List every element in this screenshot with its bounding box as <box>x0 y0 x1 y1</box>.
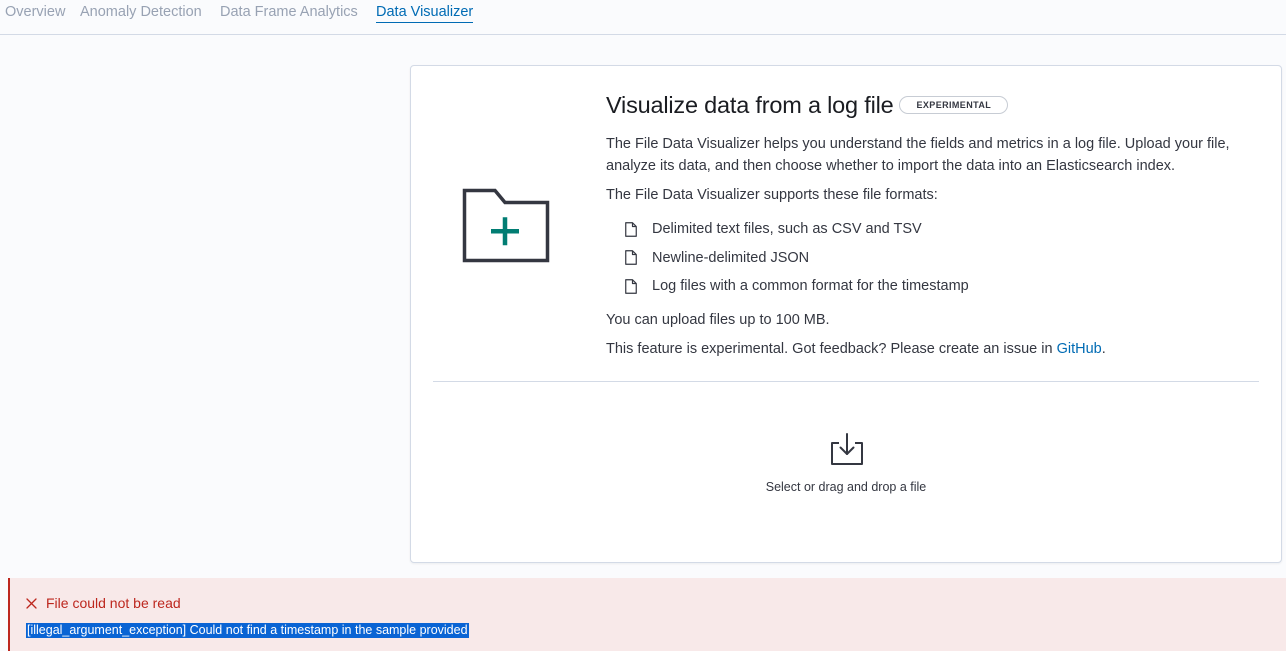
file-dropzone[interactable]: Select or drag and drop a file <box>433 382 1259 560</box>
title-row: Visualize data from a log file EXPERIMEN… <box>606 90 1266 120</box>
formats-intro-text: The File Data Visualizer supports these … <box>606 187 938 203</box>
upload-tray-icon <box>831 433 863 465</box>
feedback-text: This feature is experimental. Got feedba… <box>606 338 1266 360</box>
feedback-prefix: This feature is experimental. Got feedba… <box>606 340 1057 357</box>
tab-data-frame-analytics[interactable]: Data Frame Analytics <box>220 3 358 21</box>
dropzone-label: Select or drag and drop a file <box>765 480 927 494</box>
feedback-suffix: . <box>1101 340 1106 357</box>
tab-overview[interactable]: Overview <box>5 3 65 21</box>
github-link[interactable]: GitHub <box>1057 341 1102 357</box>
tab-data-visualizer[interactable]: Data Visualizer <box>376 3 474 23</box>
error-title: File could not be read <box>26 595 181 611</box>
top-nav-tabs: Overview Anomaly Detection Data Frame An… <box>0 0 1286 35</box>
tab-anomaly-detection[interactable]: Anomaly Detection <box>80 3 202 21</box>
panel-content: Visualize data from a log file EXPERIMEN… <box>606 90 1266 360</box>
format-list: Delimited text files, such as CSV and TS… <box>606 215 1266 301</box>
panel-title: Visualize data from a log file <box>606 91 894 118</box>
list-item: Log files with a common format for the t… <box>625 272 1266 301</box>
experimental-badge: EXPERIMENTAL <box>899 96 1009 114</box>
folder-add-icon <box>462 188 550 263</box>
close-icon <box>26 597 37 609</box>
error-callout: File could not be read [illegal_argument… <box>8 578 1286 651</box>
list-item: Delimited text files, such as CSV and TS… <box>625 215 1266 244</box>
size-limit-text: You can upload files up to 100 MB. <box>606 311 830 328</box>
document-icon <box>625 221 637 237</box>
format-label: Newline-delimited JSON <box>652 249 810 266</box>
description-text: The File Data Visualizer helps you under… <box>606 136 1230 174</box>
list-item: Newline-delimited JSON <box>625 244 1266 273</box>
error-title-text: File could not be read <box>46 595 181 611</box>
document-icon <box>625 278 637 294</box>
format-label: Log files with a common format for the t… <box>652 278 969 295</box>
format-label: Delimited text files, such as CSV and TS… <box>652 221 922 238</box>
file-upload-panel: Visualize data from a log file EXPERIMEN… <box>410 65 1282 563</box>
document-icon <box>625 250 637 266</box>
error-message: [illegal_argument_exception] Could not f… <box>26 623 469 638</box>
